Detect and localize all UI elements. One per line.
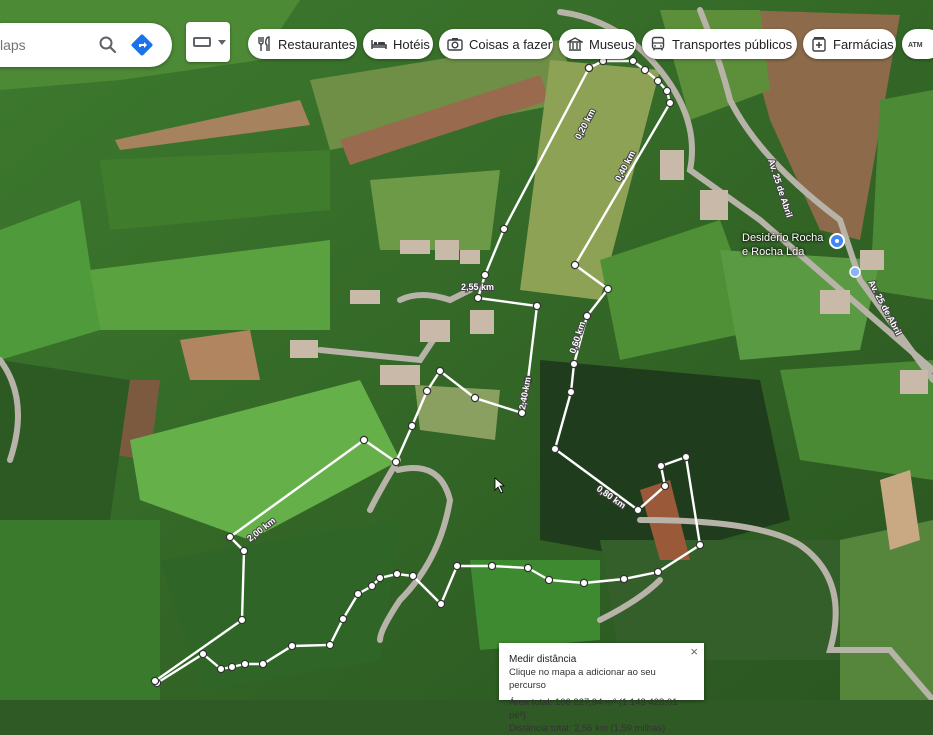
measure-point[interactable] <box>258 659 268 669</box>
measure-point[interactable] <box>435 366 445 376</box>
measure-point[interactable] <box>452 561 462 571</box>
measure-point[interactable] <box>216 664 226 674</box>
measure-point[interactable] <box>198 649 208 659</box>
measure-title: Medir distância <box>509 654 577 665</box>
measure-point[interactable] <box>681 452 691 462</box>
directions-icon[interactable] <box>130 33 154 57</box>
measure-point[interactable] <box>665 98 675 108</box>
measure-point[interactable] <box>662 86 672 96</box>
measure-point[interactable] <box>287 641 297 651</box>
bed-icon <box>371 40 387 49</box>
measure-point[interactable] <box>550 444 560 454</box>
measure-point[interactable] <box>570 260 580 270</box>
measure-point[interactable] <box>375 573 385 583</box>
measure-point[interactable] <box>359 435 369 445</box>
bus-icon <box>651 36 665 51</box>
svg-text:ATM: ATM <box>908 42 923 49</box>
place-name-line2: e Rocha Lda <box>742 246 805 258</box>
measure-point[interactable] <box>237 615 247 625</box>
measure-hint: Clique no mapa a adicionar ao seu percur… <box>509 667 656 691</box>
chip-label: Hotéis <box>393 36 430 52</box>
measure-point[interactable] <box>480 270 490 280</box>
measure-point[interactable] <box>392 569 402 579</box>
search-box[interactable]: laps <box>0 23 172 67</box>
measure-point[interactable] <box>408 571 418 581</box>
chip-hoteis[interactable]: Hotéis <box>363 29 433 59</box>
atm-icon: ATM <box>908 42 923 49</box>
measure-point[interactable] <box>391 457 401 467</box>
chip-label: Farmácias <box>833 36 894 52</box>
measure-point[interactable] <box>407 421 417 431</box>
chip-coisas-a-fazer[interactable]: Coisas a fazer <box>439 29 553 59</box>
measure-point[interactable] <box>640 65 650 75</box>
satellite-map[interactable]: 0,20 km 0,40 km 2,55 km 0,60 km 2,40 km … <box>0 0 933 700</box>
input-tools-button[interactable] <box>186 22 230 62</box>
measure-point[interactable] <box>338 614 348 624</box>
measure-point[interactable] <box>619 574 629 584</box>
measure-point[interactable] <box>470 393 480 403</box>
chip-label: Museus <box>589 36 635 52</box>
measure-point[interactable] <box>569 359 579 369</box>
measure-distance-panel: × Medir distância Clique no mapa a adici… <box>499 643 704 734</box>
distance-label-255: 2,55 km <box>461 282 494 292</box>
place-label[interactable]: Desidério Rocha e Rocha Lda <box>742 231 842 259</box>
chip-transportes-publicos[interactable]: Transportes públicos <box>642 29 797 59</box>
measure-point[interactable] <box>653 567 663 577</box>
fork-knife-icon <box>258 36 270 51</box>
measure-point[interactable] <box>436 599 446 609</box>
measure-point[interactable] <box>523 563 533 573</box>
measure-point[interactable] <box>532 301 542 311</box>
measure-point[interactable] <box>367 581 377 591</box>
chip-label: Restaurantes <box>278 36 356 52</box>
measure-point[interactable] <box>499 224 509 234</box>
measure-point[interactable] <box>633 505 643 515</box>
search-input[interactable]: laps <box>0 37 100 53</box>
chip-museus[interactable]: Museus <box>559 29 636 59</box>
measure-point[interactable] <box>473 293 483 303</box>
measure-point[interactable] <box>240 659 250 669</box>
chip-restaurantes[interactable]: Restaurantes <box>248 29 357 59</box>
measure-point[interactable] <box>653 76 663 86</box>
close-icon[interactable]: × <box>690 645 698 658</box>
place-name-line1: Desidério Rocha <box>742 232 824 244</box>
measure-total-distance: Distância total: 2,56 km (1,59 milhas) <box>509 723 666 734</box>
measure-point[interactable] <box>239 546 249 556</box>
measure-point[interactable] <box>225 532 235 542</box>
measure-point[interactable] <box>422 386 432 396</box>
measure-point[interactable] <box>487 561 497 571</box>
measure-point[interactable] <box>150 676 160 686</box>
pharmacy-icon <box>812 37 826 52</box>
measure-point[interactable] <box>695 540 705 550</box>
measure-point[interactable] <box>227 662 237 672</box>
search-icon[interactable] <box>98 35 118 55</box>
camera-icon <box>447 38 463 51</box>
chip-label: Transportes públicos <box>672 36 793 52</box>
keyboard-icon <box>193 37 211 47</box>
measure-point[interactable] <box>353 589 363 599</box>
measure-point[interactable] <box>566 387 576 397</box>
measure-point[interactable] <box>656 461 666 471</box>
museum-icon <box>567 37 583 51</box>
measure-point[interactable] <box>603 284 613 294</box>
measure-point[interactable] <box>628 56 638 66</box>
chevron-down-icon <box>218 40 226 45</box>
measure-point[interactable] <box>660 481 670 491</box>
place-marker-small-icon[interactable] <box>849 266 861 278</box>
measure-point[interactable] <box>325 640 335 650</box>
measure-point[interactable] <box>582 311 592 321</box>
chip-farmacias[interactable]: Farmácias <box>803 29 896 59</box>
chip-atm[interactable]: ATM <box>902 29 933 59</box>
measure-point[interactable] <box>544 575 554 585</box>
measure-point[interactable] <box>584 63 594 73</box>
measure-point[interactable] <box>579 578 589 588</box>
chip-label: Coisas a fazer <box>469 36 553 52</box>
